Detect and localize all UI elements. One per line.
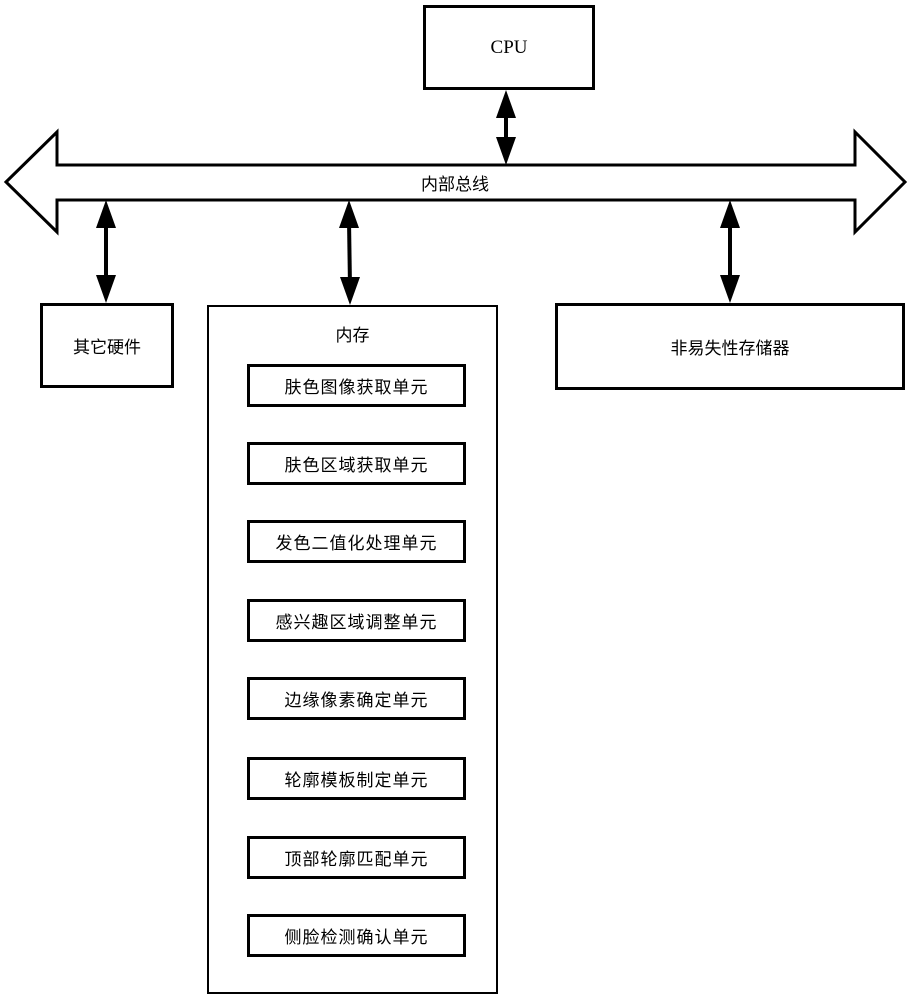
- arrowhead-down-icon: [96, 275, 116, 303]
- arrowhead-up-icon: [339, 200, 359, 228]
- cpu-box: CPU: [423, 5, 595, 90]
- unit-label: 肤色图像获取单元: [284, 378, 429, 398]
- unit-profile-face-confirmation: 侧脸检测确认单元: [247, 914, 466, 957]
- bus-other-hardware-connector: [96, 200, 116, 303]
- arrowhead-down-icon: [496, 137, 516, 165]
- memory-label: 内存: [335, 326, 370, 346]
- unit-skin-image-acquisition: 肤色图像获取单元: [247, 364, 466, 407]
- nonvolatile-storage-label: 非易失性存储器: [670, 339, 790, 359]
- cpu-label: CPU: [490, 36, 528, 58]
- unit-edge-pixel-determination: 边缘像素确定单元: [247, 677, 466, 720]
- unit-label: 感兴趣区域调整单元: [275, 613, 438, 633]
- unit-label: 顶部轮廓匹配单元: [284, 850, 429, 870]
- memory-box: 内存 肤色图像获取单元 肤色区域获取单元 发色二值化处理单元 感兴趣区域调整单元…: [207, 305, 498, 994]
- arrowhead-up-icon: [720, 200, 740, 228]
- cpu-bus-connector: [496, 90, 516, 165]
- unit-label: 侧脸检测确认单元: [284, 928, 429, 948]
- arrowhead-down-icon: [720, 275, 740, 303]
- other-hardware-box: 其它硬件: [40, 303, 174, 388]
- unit-label: 轮廓模板制定单元: [284, 771, 429, 791]
- unit-label: 边缘像素确定单元: [284, 691, 429, 711]
- bus-nvm-connector: [720, 200, 740, 303]
- other-hardware-label: 其它硬件: [73, 338, 141, 358]
- unit-top-contour-matching: 顶部轮廓匹配单元: [247, 836, 466, 879]
- unit-contour-template-creation: 轮廓模板制定单元: [247, 757, 466, 800]
- unit-hair-binarization: 发色二值化处理单元: [247, 520, 466, 563]
- unit-label: 肤色区域获取单元: [284, 456, 429, 476]
- internal-bus-label: 内部总线: [421, 175, 489, 195]
- nonvolatile-storage-box: 非易失性存储器: [555, 303, 905, 390]
- unit-roi-adjustment: 感兴趣区域调整单元: [247, 599, 466, 642]
- bus-memory-connector: [339, 200, 360, 305]
- arrowhead-up-icon: [496, 90, 516, 118]
- arrowhead-up-icon: [96, 200, 116, 228]
- unit-skin-region-acquisition: 肤色区域获取单元: [247, 442, 466, 485]
- arrowhead-down-icon: [340, 277, 360, 305]
- unit-label: 发色二值化处理单元: [275, 534, 438, 554]
